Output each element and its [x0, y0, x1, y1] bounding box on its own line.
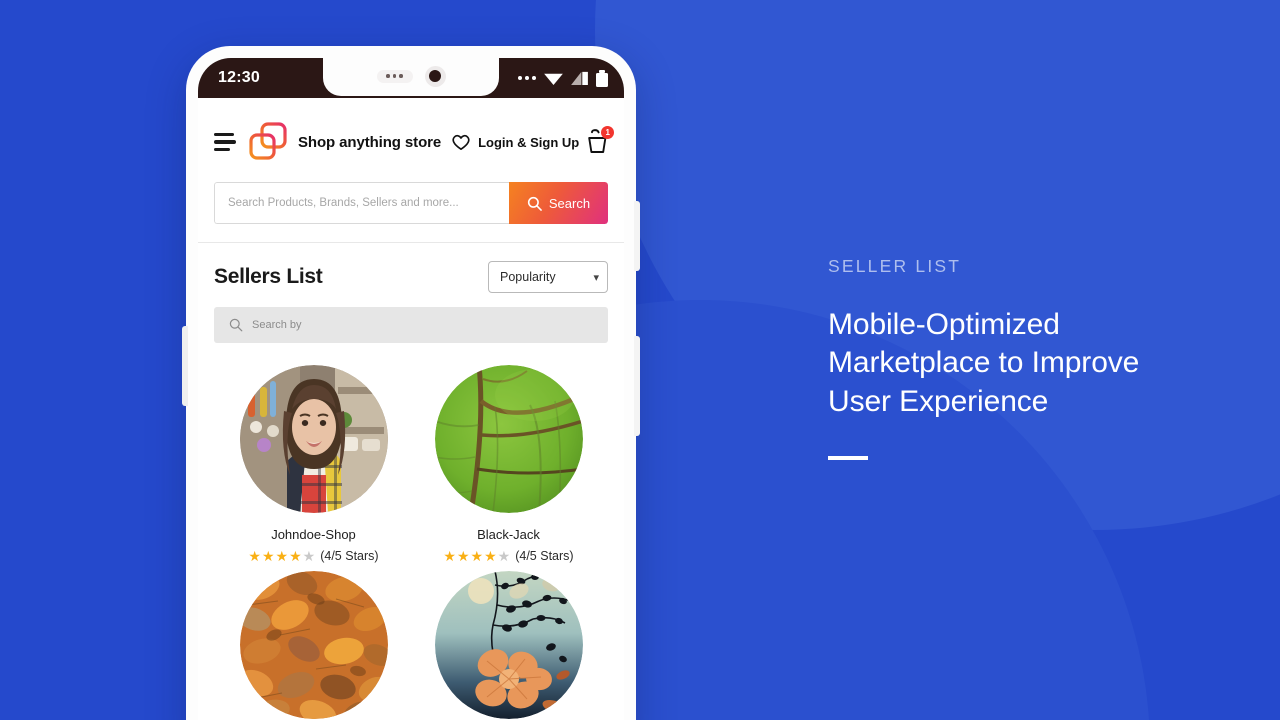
hamburger-icon[interactable]	[214, 132, 236, 152]
rating-text: (4/5 Stars)	[320, 549, 379, 563]
avatar	[434, 365, 583, 513]
rating: ★ ★ ★ ★ ★ (4/5 Stars)	[443, 549, 573, 563]
search-button-label: Search	[548, 195, 591, 211]
front-camera-icon	[424, 65, 446, 87]
phone-power-button[interactable]	[634, 336, 640, 436]
copy-panel: SELLER LIST Mobile-Optimized Marketplace…	[828, 256, 1228, 460]
cart-badge: 1	[601, 126, 615, 139]
sellers-header: Sellers List Popularity ▾	[198, 243, 624, 307]
seller-avatar-image	[434, 365, 583, 513]
heart-icon[interactable]	[451, 133, 471, 151]
star-rating-icon: ★ ★ ★ ★ ★	[248, 548, 316, 564]
rating-text: (4/5 Stars)	[515, 549, 574, 563]
battery-icon	[596, 69, 608, 87]
sort-dropdown[interactable]: Popularity ▾	[488, 261, 608, 293]
more-dots-icon	[518, 76, 536, 80]
avatar	[239, 571, 388, 719]
status-bar: 12:30	[198, 58, 624, 98]
seller-card[interactable]	[411, 571, 606, 720]
page-title: Mobile-Optimized Marketplace to Improve …	[828, 307, 1140, 418]
cart-button[interactable]: 1	[586, 126, 615, 155]
search-icon	[527, 196, 542, 211]
app-header: Shop anything store Login & Sign Up 1	[198, 98, 624, 182]
seller-card[interactable]: Black-Jack ★ ★ ★ ★ ★ (4/5 Stars)	[411, 365, 606, 563]
login-signup-link[interactable]: Login & Sign Up	[478, 135, 579, 150]
sellers-grid: Johndoe-Shop ★ ★ ★ ★ ★ (4/5 Stars) Black…	[198, 343, 624, 720]
status-clock: 12:30	[218, 69, 260, 86]
seller-card[interactable]	[216, 571, 411, 720]
phone-notch	[323, 58, 499, 96]
phone-mockup: 12:30 Shop anything store Login & Sign U…	[182, 46, 640, 720]
search-icon	[229, 318, 243, 332]
poster-canvas: SELLER LIST Mobile-Optimized Marketplace…	[0, 0, 1280, 720]
phone-screen: 12:30 Shop anything store Login & Sign U…	[198, 58, 624, 720]
sellers-list-title: Sellers List	[214, 265, 323, 288]
brand-name: Shop anything store	[298, 133, 442, 151]
search-input[interactable]	[214, 182, 509, 224]
phone-right-volume-button[interactable]	[634, 201, 640, 271]
seller-avatar-image	[434, 571, 583, 719]
seller-card[interactable]: Johndoe-Shop ★ ★ ★ ★ ★ (4/5 Stars)	[216, 365, 411, 563]
accent-rule	[828, 456, 868, 460]
shop-logo-icon	[249, 122, 287, 160]
seller-filter-search[interactable]: Search by	[214, 307, 608, 343]
phone-left-volume-button[interactable]	[182, 326, 188, 406]
rating: ★ ★ ★ ★ ★ (4/5 Stars)	[248, 549, 378, 563]
signal-icon	[571, 71, 588, 85]
search-button[interactable]: Search	[509, 182, 608, 224]
wifi-icon	[544, 73, 563, 85]
seller-avatar-image	[239, 365, 388, 513]
earpiece-speaker-icon	[376, 69, 413, 83]
seller-name: Johndoe-Shop	[271, 527, 356, 542]
phone-body: 12:30 Shop anything store Login & Sign U…	[186, 46, 636, 720]
star-rating-icon: ★ ★ ★ ★ ★	[443, 548, 511, 564]
seller-filter-placeholder: Search by	[252, 319, 302, 331]
sort-dropdown-value: Popularity	[500, 270, 556, 284]
eyebrow-label: SELLER LIST	[828, 256, 962, 276]
brand[interactable]: Shop anything store	[246, 120, 441, 164]
seller-avatar-image	[239, 571, 388, 719]
chevron-down-icon: ▾	[593, 271, 599, 284]
avatar	[434, 571, 583, 719]
avatar	[239, 365, 388, 513]
seller-name: Black-Jack	[477, 527, 540, 542]
global-search: Search	[214, 182, 608, 224]
